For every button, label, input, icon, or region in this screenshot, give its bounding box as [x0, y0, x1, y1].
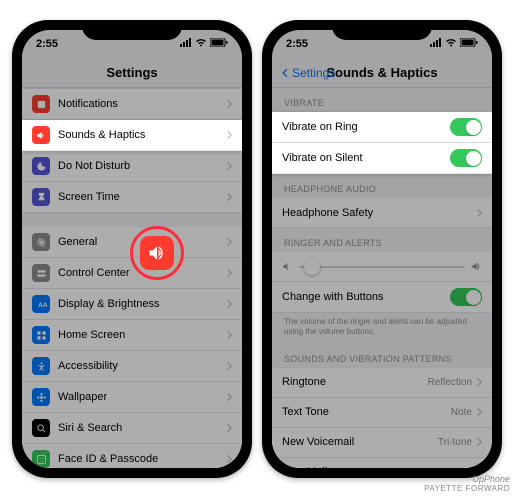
sounds-icon — [32, 126, 50, 144]
row-volume-slider[interactable] — [272, 252, 492, 282]
wifi-icon — [195, 38, 207, 50]
row-label: New Mail — [282, 466, 476, 468]
page-title: Settings — [106, 65, 157, 80]
page-title: Sounds & Haptics — [326, 65, 437, 80]
notch — [82, 20, 182, 40]
row-vibrate-on-ring[interactable]: Vibrate on Ring — [272, 112, 492, 143]
row-label: Accessibility — [58, 360, 226, 372]
settings-row-face-id-passcode[interactable]: Face ID & Passcode — [22, 444, 242, 468]
signal-icon — [430, 38, 442, 50]
section-ringer: Ringer and Alerts — [272, 228, 492, 252]
row-change-with-buttons[interactable]: Change with Buttons — [272, 282, 492, 313]
row-label: Siri & Search — [58, 422, 226, 434]
battery-icon — [210, 38, 228, 50]
brightness-icon: AA — [32, 295, 50, 313]
settings-row-sounds-haptics[interactable]: Sounds & Haptics — [22, 120, 242, 151]
toggle[interactable] — [450, 288, 482, 306]
search-icon — [32, 419, 50, 437]
toggle[interactable] — [450, 118, 482, 136]
row-label: Do Not Disturb — [58, 160, 226, 172]
settings-row-wallpaper[interactable]: Wallpaper — [22, 382, 242, 413]
svg-text:AA: AA — [38, 301, 47, 308]
row-new-mail[interactable]: New Mail — [272, 458, 492, 468]
faceid-icon — [32, 450, 50, 468]
accessibility-icon — [32, 357, 50, 375]
settings-row-home-screen[interactable]: Home Screen — [22, 320, 242, 351]
row-label: Text Tone — [282, 406, 451, 418]
back-label: Settings — [292, 66, 335, 80]
row-label: Display & Brightness — [58, 298, 226, 310]
section-patterns: Sounds and Vibration Patterns — [272, 344, 492, 368]
volume-low-icon — [282, 261, 293, 272]
battery-icon — [460, 38, 478, 50]
notifications-icon — [32, 95, 50, 113]
row-ringtone[interactable]: RingtoneReflection — [272, 368, 492, 398]
notch — [332, 20, 432, 40]
status-icons — [180, 38, 228, 50]
back-button[interactable]: Settings — [280, 66, 335, 80]
settings-row-display-brightness[interactable]: AA Display & Brightness — [22, 289, 242, 320]
settings-row-siri-search[interactable]: Siri & Search — [22, 413, 242, 444]
status-time: 2:55 — [286, 38, 308, 50]
status-time: 2:55 — [36, 38, 58, 50]
ringer-note: The volume of the ringer and alerts can … — [272, 313, 492, 344]
settings-row-screen-time[interactable]: Screen Time — [22, 182, 242, 213]
flower-icon — [32, 388, 50, 406]
row-label: Headphone Safety — [282, 207, 476, 219]
wifi-icon — [445, 38, 457, 50]
toggles-icon — [32, 264, 50, 282]
row-value: Tri-tone — [438, 437, 472, 448]
phone-right: 2:55 Settings Sounds & Haptics VibrateVi… — [262, 20, 502, 478]
row-label: Wallpaper — [58, 391, 226, 403]
toggle[interactable] — [450, 149, 482, 167]
row-label: New Voicemail — [282, 436, 438, 448]
header: Settings Sounds & Haptics — [272, 58, 492, 88]
row-label: Sounds & Haptics — [58, 129, 226, 141]
row-label: Home Screen — [58, 329, 226, 341]
screen-sounds: 2:55 Settings Sounds & Haptics VibrateVi… — [272, 30, 492, 468]
phone-left: 2:55 Settings Notifications Sounds & Hapt… — [12, 20, 252, 478]
signal-icon — [180, 38, 192, 50]
sounds-list: Vibrate Vibrate on Ring Vibrate on Silent H… — [272, 88, 492, 468]
row-label: Screen Time — [58, 191, 226, 203]
row-vibrate-on-silent[interactable]: Vibrate on Silent — [272, 143, 492, 174]
moon-icon — [32, 157, 50, 175]
row-value: Reflection — [428, 377, 472, 388]
speaker-icon — [147, 243, 167, 263]
row-label: Vibrate on Ring — [282, 121, 450, 133]
section-vibrate: Vibrate — [272, 88, 492, 112]
gear-icon — [32, 233, 50, 251]
callout-sound-icon — [130, 226, 184, 280]
settings-row-notifications[interactable]: Notifications — [22, 88, 242, 120]
section-headphone: Headphone Audio — [272, 174, 492, 198]
grid-icon — [32, 326, 50, 344]
row-label: Change with Buttons — [282, 291, 450, 303]
header: Settings — [22, 58, 242, 88]
volume-high-icon — [471, 261, 482, 272]
row-label: Vibrate on Silent — [282, 152, 450, 164]
settings-row-accessibility[interactable]: Accessibility — [22, 351, 242, 382]
settings-row-do-not-disturb[interactable]: Do Not Disturb — [22, 151, 242, 182]
row-label: Face ID & Passcode — [58, 453, 226, 465]
volume-slider[interactable] — [299, 266, 465, 268]
row-label: Ringtone — [282, 376, 428, 388]
row-new-voicemail[interactable]: New VoicemailTri-tone — [272, 428, 492, 458]
row-value: Note — [451, 407, 472, 418]
watermark: UpPhone PAYETTE FORWARD — [424, 475, 510, 494]
row-text-tone[interactable]: Text ToneNote — [272, 398, 492, 428]
row-headphone-safety[interactable]: Headphone Safety — [272, 198, 492, 228]
row-label: Notifications — [58, 98, 226, 110]
hourglass-icon — [32, 188, 50, 206]
status-icons — [430, 38, 478, 50]
